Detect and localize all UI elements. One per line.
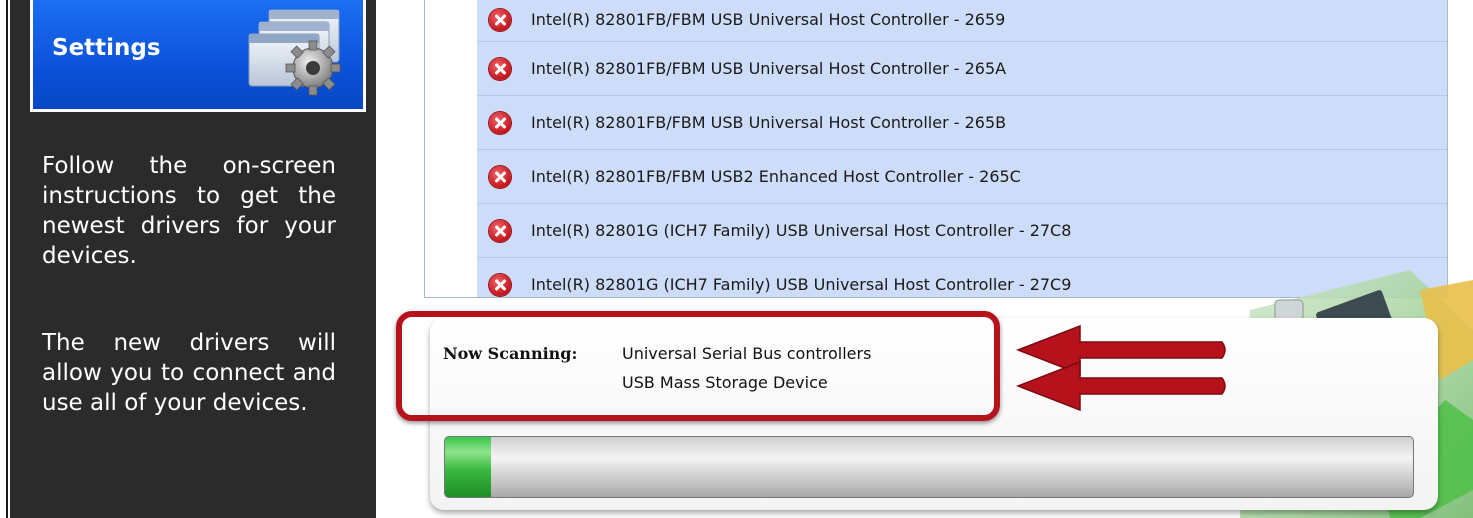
device-name: Intel(R) 82801FB/FBM USB Universal Host … <box>531 10 1006 29</box>
list-item[interactable]: Intel(R) 82801FB/FBM USB Universal Host … <box>477 0 1447 42</box>
device-name: Intel(R) 82801G (ICH7 Family) USB Univer… <box>531 275 1072 294</box>
list-item[interactable]: Intel(R) 82801FB/FBM USB Universal Host … <box>477 42 1447 96</box>
list-item[interactable]: Intel(R) 82801FB/FBM USB Universal Host … <box>477 96 1447 150</box>
device-name: Intel(R) 82801FB/FBM USB Universal Host … <box>531 59 1007 78</box>
instructions-text: Follow the on-screen instructions to get… <box>42 153 336 269</box>
list-item[interactable]: Intel(R) 82801FB/FBM USB2 Enhanced Host … <box>477 150 1447 204</box>
settings-tile[interactable]: Settings <box>30 0 366 112</box>
device-name: Intel(R) 82801FB/FBM USB2 Enhanced Host … <box>531 167 1021 186</box>
error-x-icon <box>489 273 511 296</box>
list-item[interactable]: Intel(R) 82801G (ICH7 Family) USB Univer… <box>477 204 1447 258</box>
error-x-icon <box>489 9 511 31</box>
drivers-info-text: The new drivers will allow you to connec… <box>42 330 336 416</box>
window-left-border <box>0 0 8 518</box>
scan-progress-bar <box>444 436 1414 498</box>
scan-highlight-box <box>396 311 1000 421</box>
error-x-icon <box>489 165 511 188</box>
device-name: Intel(R) 82801G (ICH7 Family) USB Univer… <box>531 221 1072 240</box>
red-arrow-left-icon <box>1015 360 1226 412</box>
settings-windows-gear-icon <box>248 9 341 96</box>
settings-label: Settings <box>52 35 161 61</box>
sidebar: Settings Follow the on-screen instructio… <box>10 0 376 518</box>
error-x-icon <box>489 57 511 80</box>
device-list: Intel(R) 82801FB/FBM USB Universal Host … <box>477 0 1447 297</box>
device-name: Intel(R) 82801FB/FBM USB Universal Host … <box>531 113 1007 132</box>
error-x-icon <box>489 111 511 134</box>
device-list-panel[interactable]: Intel(R) 82801FB/FBM USB Universal Host … <box>424 0 1448 298</box>
progress-fill <box>445 437 492 497</box>
error-x-icon <box>489 219 511 242</box>
